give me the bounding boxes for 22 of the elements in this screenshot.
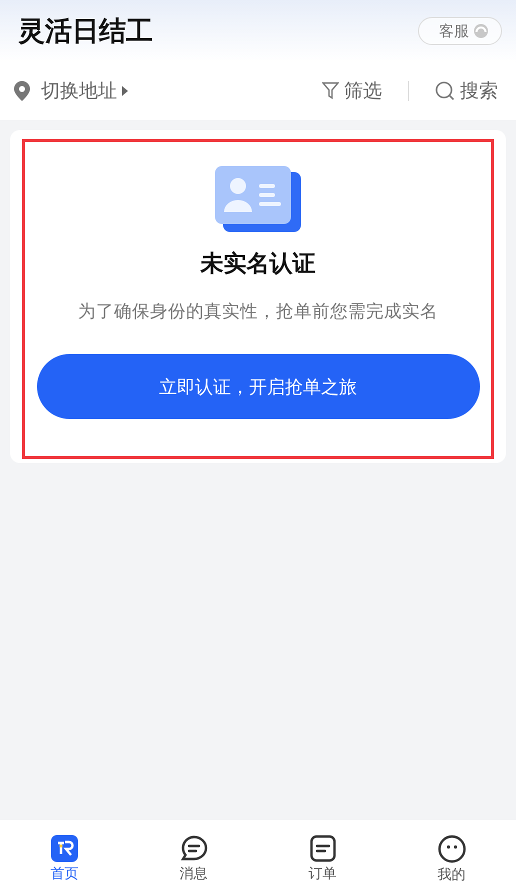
- caret-icon: [122, 86, 128, 96]
- nav-tab[interactable]: 消息: [129, 820, 258, 893]
- card-title: 未实名认证: [200, 250, 316, 279]
- search-icon: [435, 81, 455, 101]
- nav-tab[interactable]: 首页: [0, 820, 129, 893]
- filter-button[interactable]: 筛选: [322, 78, 382, 104]
- funnel-icon: [322, 82, 339, 100]
- nav-tab[interactable]: 我的: [387, 820, 516, 893]
- nav-tab[interactable]: 订单: [258, 820, 387, 893]
- smiley-icon: [438, 834, 466, 862]
- location-button[interactable]: 切换地址: [14, 78, 128, 104]
- card-description: 为了确保身份的真实性，抢单前您需完成实名: [78, 301, 438, 323]
- search-button[interactable]: 搜索: [435, 78, 498, 104]
- chat-icon: [180, 835, 208, 862]
- customer-service-button[interactable]: 客服: [418, 17, 502, 45]
- headset-icon: [473, 23, 489, 39]
- location-pin-icon: [14, 81, 30, 101]
- app-title: 灵活日结工: [18, 15, 153, 49]
- document-icon: [310, 835, 336, 862]
- id-card-icon: [215, 166, 301, 234]
- home-icon: [51, 835, 78, 862]
- verify-button[interactable]: 立即认证，开启抢单之旅: [36, 354, 480, 419]
